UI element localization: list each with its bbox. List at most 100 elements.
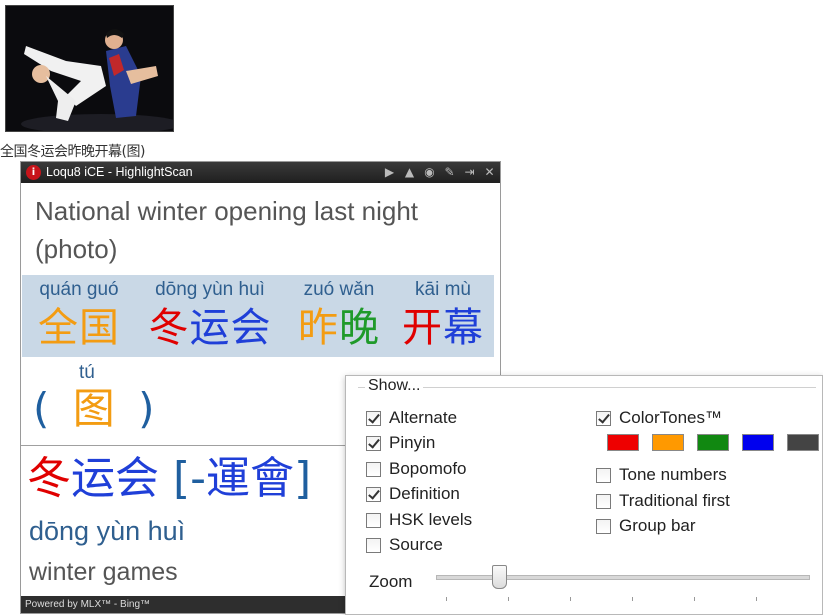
hanzi-char: 国 xyxy=(79,305,120,351)
word-0[interactable]: quán guó 全国 xyxy=(29,275,129,351)
word-pinyin: kāi mù xyxy=(415,279,471,300)
word-hanzi: 开幕 xyxy=(396,305,490,351)
word-hanzi: 冬运会 xyxy=(142,305,278,351)
simplified-chars: 冬运会 xyxy=(27,453,159,504)
hanzi-char: 运 xyxy=(189,305,231,351)
hsk-levels-checkbox[interactable] xyxy=(366,512,381,528)
word-hanzi: ( 图 ) xyxy=(33,384,155,434)
option-traditional-first[interactable]: Traditional first xyxy=(596,491,730,511)
tone1-swatch[interactable] xyxy=(607,434,639,451)
tone-color-swatches xyxy=(607,434,819,451)
tone4-swatch[interactable] xyxy=(742,434,774,451)
zoom-tick xyxy=(570,597,571,601)
group-bar-checkbox[interactable] xyxy=(596,518,611,534)
english-translation: National winter opening last night (phot… xyxy=(35,196,419,264)
show-options-panel: Show... Alternate Pinyin Bopomofo Defini… xyxy=(345,375,823,615)
alternate-checkbox[interactable] xyxy=(366,410,381,426)
option-label: Source xyxy=(389,535,443,554)
option-tone-numbers[interactable]: Tone numbers xyxy=(596,465,727,485)
word-band: quán guó 全国 dōng yùn huì 冬运会 zuó wǎn 昨晚 … xyxy=(22,275,494,357)
zoom-tick xyxy=(694,597,695,601)
close-icon[interactable]: ✕ xyxy=(483,162,496,183)
definition-checkbox[interactable] xyxy=(366,486,381,502)
option-label: Definition xyxy=(389,484,460,503)
hanzi-char: 冬 xyxy=(27,453,71,504)
photo-caption[interactable]: 全国冬运会昨晚开幕(图) xyxy=(0,141,145,161)
word-photo[interactable]: tú ( 图 ) xyxy=(33,362,183,442)
traditional-chars: 運會 xyxy=(206,453,294,504)
hanzi-char: 图 xyxy=(72,384,115,433)
option-colortones[interactable]: ColorTones™ xyxy=(596,408,722,428)
hanzi-char: 昨 xyxy=(298,305,339,351)
zoom-tick xyxy=(632,597,633,601)
hanzi-char: 开 xyxy=(402,305,443,351)
word-3[interactable]: kāi mù 开幕 xyxy=(396,275,490,351)
word-1[interactable]: dōng yùn huì 冬运会 xyxy=(142,275,278,351)
open-paren: ( xyxy=(33,384,50,433)
option-group-bar[interactable]: Group bar xyxy=(596,516,696,536)
entry-definition: winter games xyxy=(29,558,178,586)
hanzi-char: 全 xyxy=(38,305,79,351)
app-logo: i xyxy=(26,165,41,180)
neutral-tone-swatch[interactable] xyxy=(787,434,819,451)
pinyin-checkbox[interactable] xyxy=(366,435,381,451)
zoom-tick xyxy=(508,597,509,601)
word-pinyin: dōng yùn huì xyxy=(155,279,265,300)
hanzi-char: 運 xyxy=(206,453,251,504)
word-pinyin: tú xyxy=(79,362,95,383)
option-label: ColorTones™ xyxy=(619,408,722,427)
option-label: Alternate xyxy=(389,408,458,427)
option-bopomofo[interactable]: Bopomofo xyxy=(366,459,467,479)
entry-pinyin: dōng yùn huì xyxy=(29,516,186,546)
hanzi-char: 晚 xyxy=(339,305,380,351)
zoom-label: Zoom xyxy=(369,572,413,591)
option-label: Bopomofo xyxy=(389,459,467,478)
tone2-swatch[interactable] xyxy=(652,434,684,451)
toolbar: ▶ ▲ ◉ ✎ ⇥ ✕ xyxy=(383,162,496,183)
word-pinyin: quán guó xyxy=(39,279,119,300)
zoom-slider-thumb[interactable] xyxy=(492,565,508,589)
hanzi-char: 会 xyxy=(115,453,159,504)
option-pinyin[interactable]: Pinyin xyxy=(366,433,435,453)
pin-icon[interactable]: ▲ xyxy=(403,162,416,183)
option-alternate[interactable]: Alternate xyxy=(366,408,457,428)
hanzi-char: 会 xyxy=(230,305,272,351)
hanzi-char: 冬 xyxy=(148,305,190,351)
colortones-checkbox[interactable] xyxy=(596,410,611,426)
close-paren: ) xyxy=(138,384,155,433)
bopomofo-checkbox[interactable] xyxy=(366,461,381,477)
figure-skaters-image xyxy=(6,6,173,131)
option-hsk-levels[interactable]: HSK levels xyxy=(366,510,472,530)
window-title: Loqu8 iCE - HighlightScan xyxy=(46,165,193,179)
word-hanzi: 昨晚 xyxy=(292,305,386,351)
wrench-icon[interactable]: ✎ xyxy=(443,162,456,183)
tone3-swatch[interactable] xyxy=(697,434,729,451)
group-border xyxy=(358,387,816,388)
hanzi-char: 幕 xyxy=(443,305,484,351)
word-2[interactable]: zuó wǎn 昨晚 xyxy=(292,275,386,351)
alt-close-bracket: ] xyxy=(294,453,312,504)
option-definition[interactable]: Definition xyxy=(366,484,460,504)
hanzi-char: 會 xyxy=(250,453,295,504)
news-photo[interactable] xyxy=(5,5,174,132)
traditional-first-checkbox[interactable] xyxy=(596,493,611,509)
option-label: Traditional first xyxy=(619,491,730,510)
option-label: Tone numbers xyxy=(619,465,727,484)
dock-icon[interactable]: ⇥ xyxy=(463,162,476,183)
entry-headword: 冬运会 [-運會] xyxy=(27,451,311,507)
option-label: Pinyin xyxy=(389,433,436,452)
show-legend: Show... xyxy=(365,377,424,395)
camera-icon[interactable]: ◉ xyxy=(423,162,436,183)
zoom-tick xyxy=(446,597,447,601)
source-checkbox[interactable] xyxy=(366,537,381,553)
option-label: HSK levels xyxy=(389,510,473,529)
option-source[interactable]: Source xyxy=(366,535,443,555)
option-label: Group bar xyxy=(619,516,696,535)
play-icon[interactable]: ▶ xyxy=(383,162,396,183)
title-bar[interactable]: i Loqu8 iCE - HighlightScan ▶ ▲ ◉ ✎ ⇥ ✕ xyxy=(21,162,500,183)
zoom-tick xyxy=(756,597,757,601)
word-pinyin: zuó wǎn xyxy=(303,279,375,300)
tone-numbers-checkbox[interactable] xyxy=(596,467,611,483)
word-hanzi: 全国 xyxy=(29,305,129,351)
hanzi-char: 运 xyxy=(71,453,115,504)
